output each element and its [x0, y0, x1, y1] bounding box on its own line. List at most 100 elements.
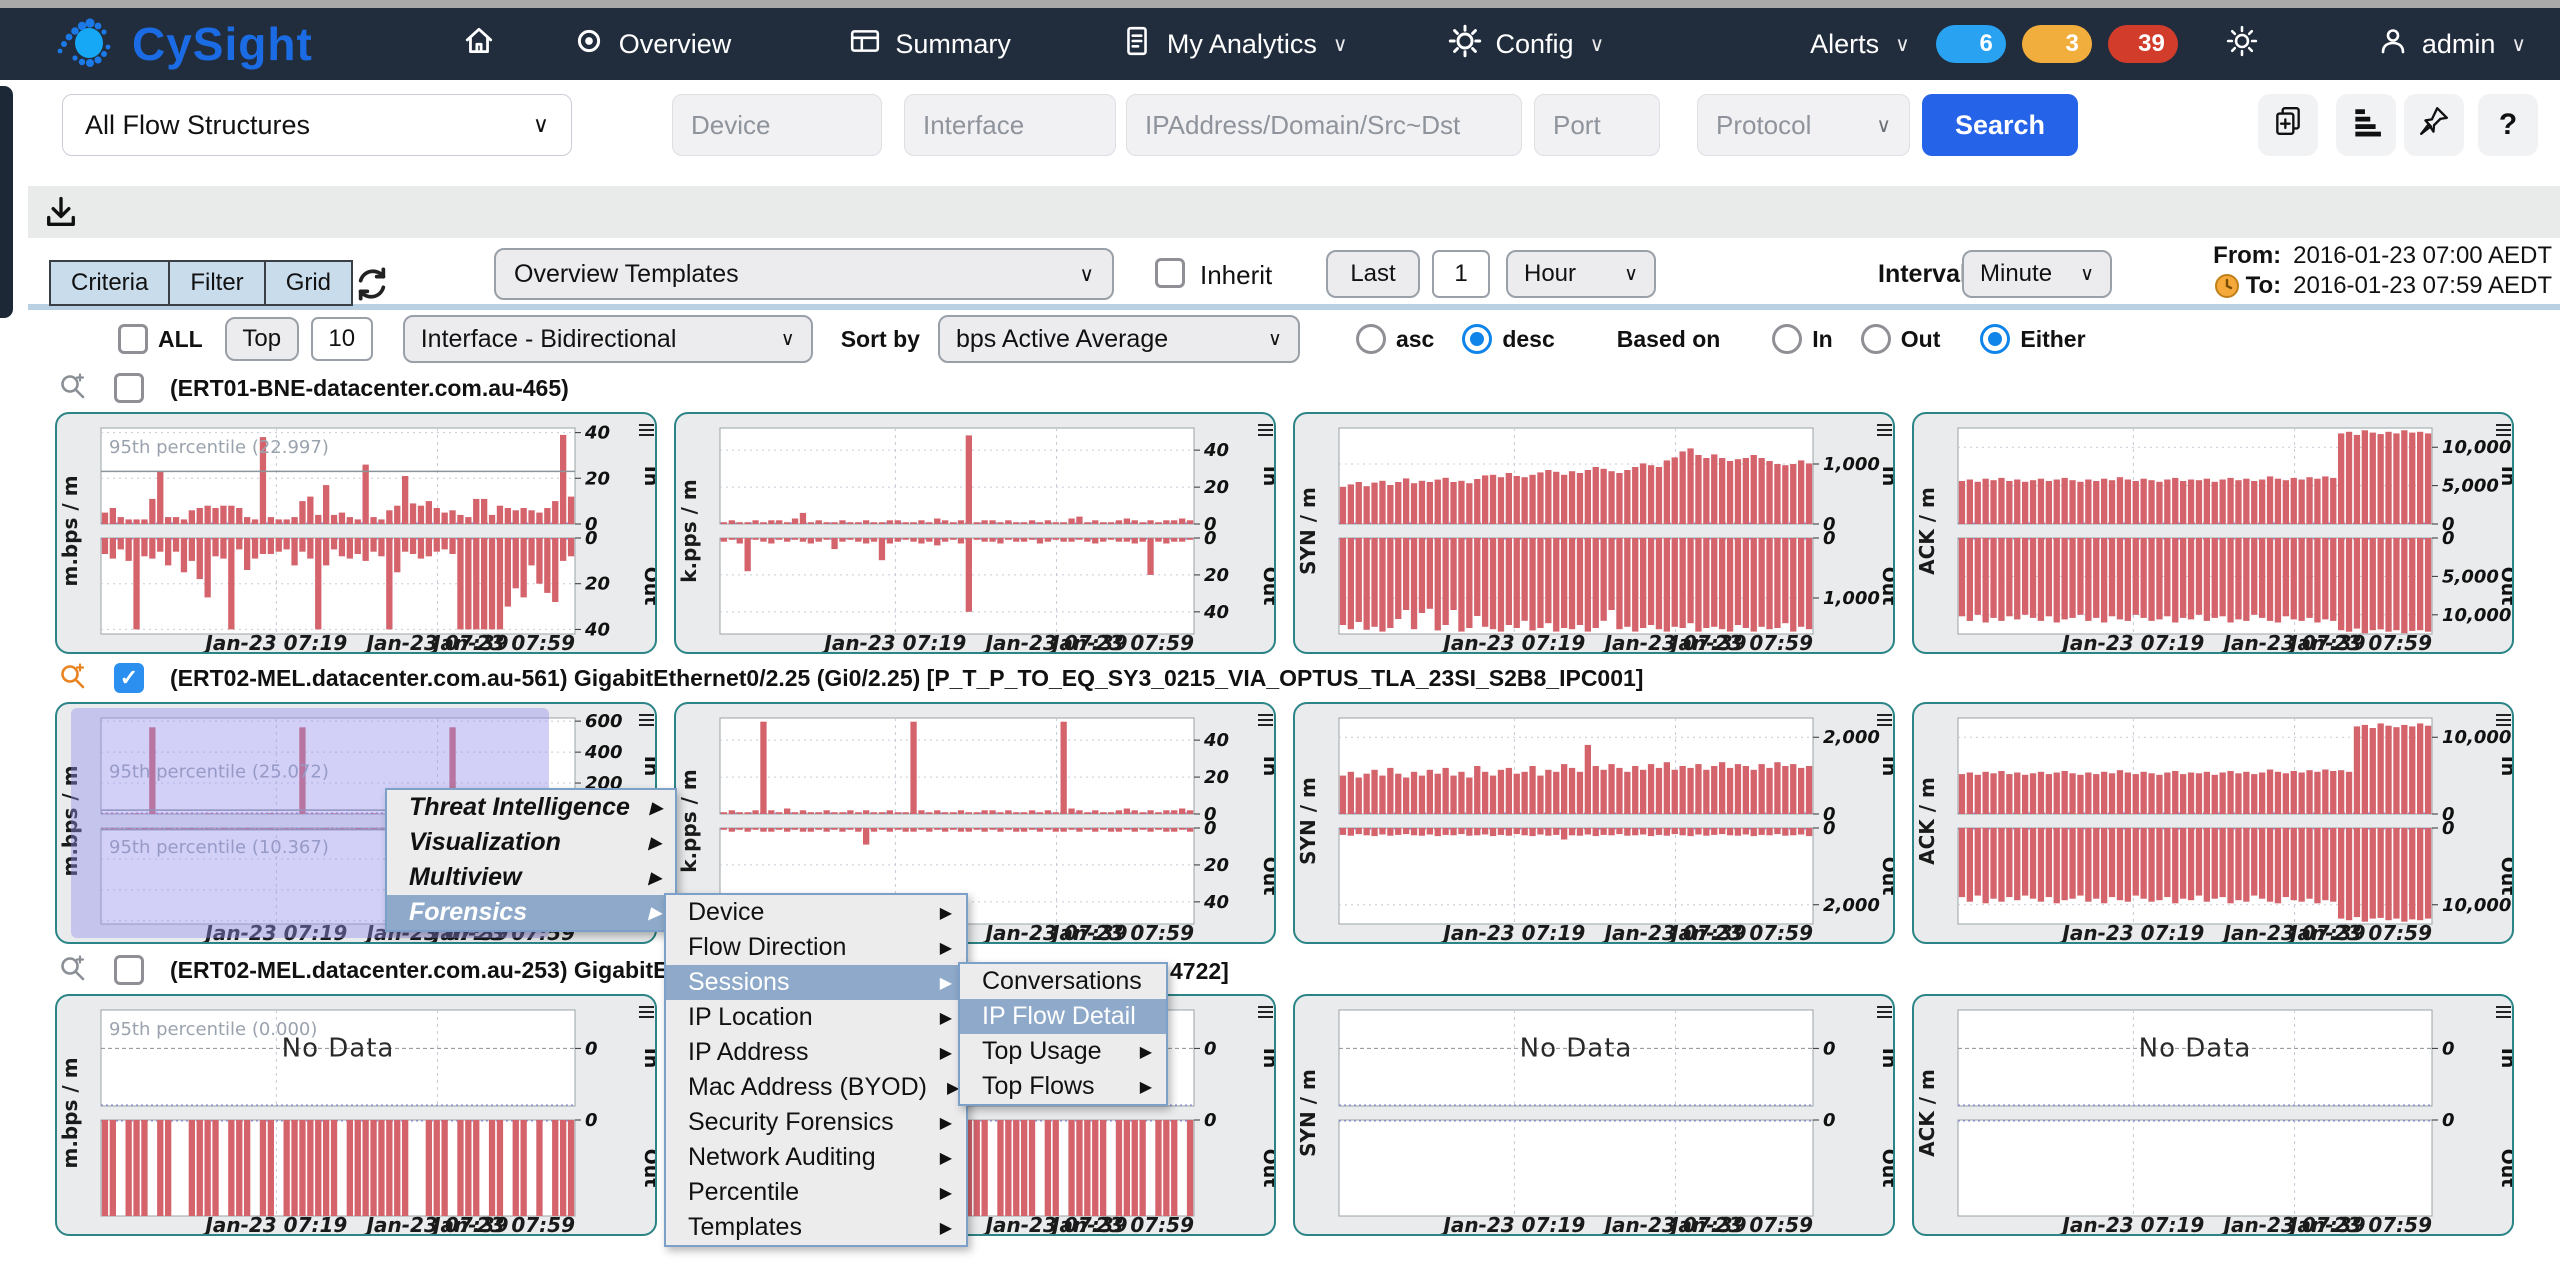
- interval-select[interactable]: Minute ∨: [1962, 250, 2112, 298]
- chart-card[interactable]: m.bps / m0095th percentile (0.000)No Dat…: [55, 994, 657, 1236]
- top-chart-button[interactable]: [2336, 94, 2396, 156]
- nav-user[interactable]: admin ∨: [2378, 26, 2526, 63]
- radio-either[interactable]: [1980, 324, 2010, 354]
- interface-section: ✓(ERT02-MEL.datacenter.com.au-561) Gigab…: [0, 656, 2560, 948]
- menu-item-top-flows[interactable]: Top Flows▶: [960, 1069, 1166, 1104]
- zoom-in-icon[interactable]: [58, 371, 88, 406]
- menu-item-mac-address-byod-[interactable]: Mac Address (BYOD)▶: [666, 1070, 966, 1105]
- menu-item-security-forensics[interactable]: Security Forensics▶: [666, 1105, 966, 1140]
- search-button[interactable]: Search: [1922, 94, 2078, 156]
- download-button[interactable]: [42, 193, 80, 231]
- last-button[interactable]: Last: [1326, 250, 1420, 298]
- pin-button[interactable]: [2404, 94, 2464, 156]
- svg-text:In: In: [1259, 756, 1274, 777]
- out-label: Out: [1901, 326, 1941, 353]
- context-submenu: Device▶Flow Direction▶Sessions▶IP Locati…: [664, 893, 968, 1247]
- chart-card[interactable]: ACK / m10,00010,00000Jan-23 07:19Jan-23 …: [1912, 702, 2514, 944]
- menu-item-forensics[interactable]: Forensics▶: [387, 895, 675, 930]
- radio-out[interactable]: [1861, 324, 1891, 354]
- nav-config[interactable]: Config ∨: [1448, 24, 1605, 65]
- device-input[interactable]: Device: [672, 94, 882, 156]
- menu-item-multiview[interactable]: Multiview▶: [387, 860, 675, 895]
- port-input[interactable]: Port: [1534, 94, 1660, 156]
- brand-name: CySight: [132, 17, 313, 71]
- chevron-down-icon: ∨: [533, 112, 549, 138]
- nav-overview[interactable]: Overview: [573, 25, 732, 64]
- menu-item-templates[interactable]: Templates▶: [666, 1210, 966, 1245]
- svg-text:m.bps / m: m.bps / m: [58, 1057, 82, 1168]
- brand-logo[interactable]: CySight: [52, 9, 313, 80]
- nav-summary[interactable]: Summary: [849, 25, 1011, 64]
- menu-item-ip-location[interactable]: IP Location▶: [666, 1000, 966, 1035]
- svg-text:20: 20: [1204, 855, 1229, 876]
- nav-my-analytics[interactable]: My Analytics ∨: [1121, 25, 1348, 64]
- alert-count-badge[interactable]: 39: [2108, 25, 2178, 63]
- menu-item-visualization[interactable]: Visualization▶: [387, 825, 675, 860]
- section-checkbox[interactable]: [114, 955, 144, 985]
- menu-item-ip-address[interactable]: IP Address▶: [666, 1035, 966, 1070]
- zoom-in-icon[interactable]: [58, 953, 88, 988]
- chart-card[interactable]: ACK / m00No DataJan-23 07:19Jan-23 07:39…: [1912, 994, 2514, 1236]
- menu-item-network-auditing[interactable]: Network Auditing▶: [666, 1140, 966, 1175]
- svg-text:40: 40: [1203, 892, 1229, 913]
- flow-structures-select[interactable]: All Flow Structures ∨: [62, 94, 572, 156]
- svg-text:0: 0: [2442, 528, 2455, 549]
- cysight-app: CySight Overview Summary: [0, 0, 2560, 1262]
- alert-count-badge[interactable]: 3: [2022, 25, 2092, 63]
- radio-asc[interactable]: [1356, 324, 1386, 354]
- help-button[interactable]: ?: [2478, 94, 2538, 156]
- menu-item-threat-intelligence[interactable]: Threat Intelligence▶: [387, 790, 675, 825]
- section-checkbox[interactable]: [114, 373, 144, 403]
- chart-card[interactable]: ACK / m10,00010,0005,0005,00000Jan-23 07…: [1912, 412, 2514, 654]
- menu-item-conversations[interactable]: Conversations: [960, 964, 1166, 999]
- menu-item-device[interactable]: Device▶: [666, 895, 966, 930]
- top-count-input[interactable]: 10: [311, 317, 373, 361]
- menu-item-top-usage[interactable]: Top Usage▶: [960, 1034, 1166, 1069]
- report-button[interactable]: [2258, 94, 2318, 156]
- nav-settings[interactable]: [2226, 25, 2258, 64]
- inherit-checkbox[interactable]: [1155, 258, 1185, 288]
- protocol-select[interactable]: Protocol ∨: [1697, 94, 1910, 156]
- submenu-arrow-icon: ▶: [920, 1218, 952, 1238]
- section-label: (ERT02-MEL.datacenter.com.au-253) Gigabi…: [170, 957, 703, 984]
- radio-in[interactable]: [1772, 324, 1802, 354]
- chart-card[interactable]: m.bps / m404020200095th percentile (22.9…: [55, 412, 657, 654]
- to-value: 2016-01-23 07:59 AEDT: [2293, 271, 2552, 301]
- dimension-select[interactable]: Interface - Bidirectional ∨: [403, 315, 813, 363]
- ipaddress-input[interactable]: IPAddress/Domain/Src~Dst: [1126, 94, 1522, 156]
- interface-input[interactable]: Interface: [904, 94, 1116, 156]
- chart-card[interactable]: SYN / m00No DataJan-23 07:19Jan-23 07:39…: [1293, 994, 1895, 1236]
- svg-text:0: 0: [585, 1038, 598, 1059]
- section-checkbox[interactable]: ✓: [114, 663, 144, 693]
- last-value-input[interactable]: 1: [1432, 250, 1490, 298]
- zoom-in-icon[interactable]: [58, 661, 88, 696]
- chart-card[interactable]: k.pps / m4040202000Jan-23 07:19Jan-23 07…: [674, 412, 1276, 654]
- submenu-arrow-icon: ▶: [629, 868, 661, 888]
- svg-text:Jan-23 07:19: Jan-23 07:19: [1439, 921, 1585, 942]
- unit-select[interactable]: Hour ∨: [1506, 250, 1656, 298]
- section-label-suffix: 4722]: [1170, 958, 1229, 985]
- chart-card[interactable]: SYN / m1,0001,00000Jan-23 07:19Jan-23 07…: [1293, 412, 1895, 654]
- chart-card[interactable]: SYN / m2,0002,00000Jan-23 07:19Jan-23 07…: [1293, 702, 1895, 944]
- menu-item-ip-flow-detail[interactable]: IP Flow Detail: [960, 999, 1166, 1034]
- tab-grid[interactable]: Grid: [266, 262, 351, 304]
- sort-select[interactable]: bps Active Average ∨: [938, 315, 1300, 363]
- alert-count-badge[interactable]: 6: [1936, 25, 2006, 63]
- menu-item-sessions[interactable]: Sessions▶: [666, 965, 966, 1000]
- nav-home[interactable]: [463, 25, 495, 64]
- submenu-arrow-icon: ▶: [920, 1113, 952, 1133]
- side-panel-handle[interactable]: [0, 86, 13, 318]
- chevron-down-icon: ∨: [2511, 32, 2526, 57]
- all-checkbox[interactable]: [118, 324, 148, 354]
- radio-desc[interactable]: [1462, 324, 1492, 354]
- tab-criteria[interactable]: Criteria: [51, 262, 170, 304]
- menu-item-percentile[interactable]: Percentile▶: [666, 1175, 966, 1210]
- chevron-down-icon: ∨: [2080, 263, 2094, 286]
- nav-alerts[interactable]: Alerts ∨: [1810, 29, 1910, 60]
- refresh-button[interactable]: [352, 264, 392, 309]
- tab-filter[interactable]: Filter: [170, 262, 265, 304]
- template-select[interactable]: Overview Templates ∨: [494, 248, 1114, 300]
- search-row: All Flow Structures ∨ Device Interface I…: [0, 80, 2560, 172]
- menu-item-flow-direction[interactable]: Flow Direction▶: [666, 930, 966, 965]
- top-button[interactable]: Top: [225, 317, 299, 361]
